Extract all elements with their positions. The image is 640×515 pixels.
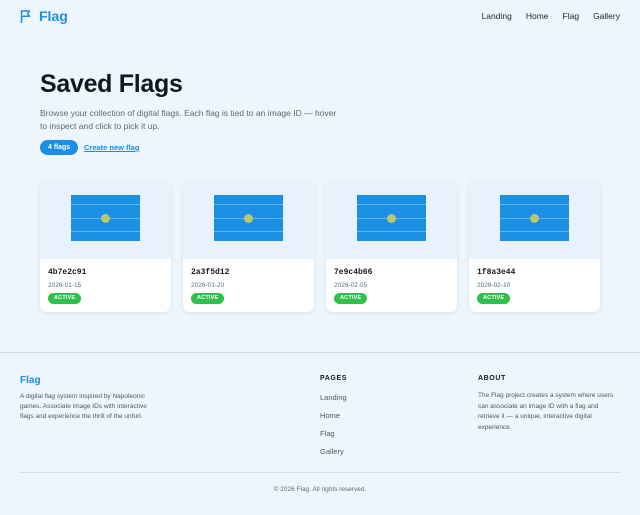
flag-preview <box>469 180 600 259</box>
nav-link-landing[interactable]: Landing <box>482 11 512 21</box>
flag-card[interactable]: 7e9c4b66 2026-02-05 ACTIVE <box>326 180 457 312</box>
status-badge: ACTIVE <box>48 293 82 304</box>
nav-link-flag[interactable]: Flag <box>563 11 580 21</box>
site-footer: Flag A digital flag system inspired by N… <box>0 352 640 515</box>
flag-image <box>500 195 569 241</box>
footer-pages-heading: PAGES <box>320 375 347 382</box>
footer-about-text: The Flag project creates a system where … <box>478 392 614 431</box>
flag-count-badge: 4 flags <box>40 140 79 155</box>
flag-image <box>214 195 283 241</box>
footer-divider <box>20 472 620 473</box>
footer-link-flag[interactable]: Flag <box>320 429 347 439</box>
flag-outline-icon <box>20 9 31 23</box>
page-title: Saved Flags <box>40 70 183 98</box>
flag-image <box>357 195 426 241</box>
flag-preview <box>326 180 457 259</box>
flag-card[interactable]: 2a3f5d12 2026-01-20 ACTIVE <box>183 180 314 312</box>
brand-logo[interactable]: Flag <box>20 9 68 23</box>
flag-date: 2026-02-10 <box>477 282 511 289</box>
footer-description: A digital flag system inspired by Napole… <box>20 393 147 420</box>
flag-emblem <box>530 214 539 223</box>
flag-date: 2026-01-15 <box>48 282 82 289</box>
main-nav: Landing Home Flag Gallery <box>482 11 620 21</box>
flag-image-id: 4b7e2c91 <box>48 268 87 277</box>
nav-link-home[interactable]: Home <box>526 11 549 21</box>
footer-link-gallery[interactable]: Gallery <box>320 447 347 457</box>
site-header: Flag Landing Home Flag Gallery <box>0 0 640 34</box>
flag-card[interactable]: 4b7e2c91 2026-01-15 ACTIVE <box>40 180 171 312</box>
flag-image-id: 7e9c4b66 <box>334 268 373 277</box>
footer-link-landing[interactable]: Landing <box>320 393 347 403</box>
flag-card-grid: 4b7e2c91 2026-01-15 ACTIVE 2a3f5d12 2026… <box>40 180 600 312</box>
flag-emblem <box>244 214 253 223</box>
flag-image-id: 1f8a3e44 <box>477 268 516 277</box>
flag-card[interactable]: 1f8a3e44 2026-02-10 ACTIVE <box>469 180 600 312</box>
copyright-text: © 2026 Flag. All rights reserved. <box>273 486 367 493</box>
nav-link-gallery[interactable]: Gallery <box>593 11 620 21</box>
footer-link-home[interactable]: Home <box>320 411 347 421</box>
status-badge: ACTIVE <box>191 293 225 304</box>
create-flag-link[interactable]: Create new flag <box>84 143 139 152</box>
page-description: Browse your collection of digital flags.… <box>40 108 337 131</box>
footer-brand: Flag <box>20 375 41 386</box>
flag-image <box>71 195 140 241</box>
brand-name: Flag <box>39 8 68 24</box>
flag-date: 2026-02-05 <box>334 282 368 289</box>
flag-preview <box>183 180 314 259</box>
flag-emblem <box>387 214 396 223</box>
status-badge: ACTIVE <box>477 293 511 304</box>
footer-about-heading: ABOUT <box>478 375 506 382</box>
footer-pages-list: Landing Home Flag Gallery <box>320 393 347 457</box>
flag-preview <box>40 180 171 259</box>
status-badge: ACTIVE <box>334 293 368 304</box>
flag-emblem <box>101 214 110 223</box>
flag-image-id: 2a3f5d12 <box>191 268 230 277</box>
flag-date: 2026-01-20 <box>191 282 225 289</box>
